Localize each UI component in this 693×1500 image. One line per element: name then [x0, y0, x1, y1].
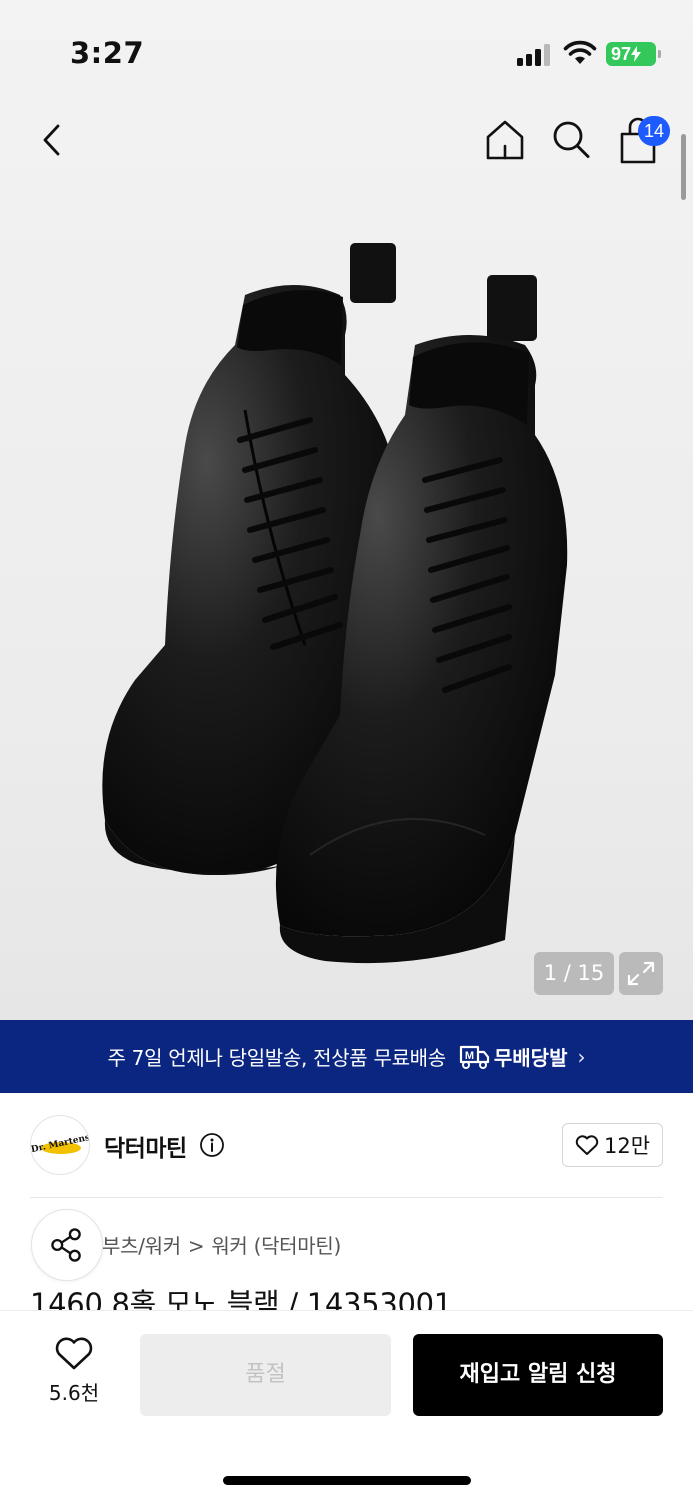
home-icon[interactable]	[483, 118, 527, 162]
breadcrumb-subcategory[interactable]: 워커 (닥터마틴)	[211, 1234, 341, 1258]
divider	[30, 1197, 663, 1198]
scrollbar[interactable]	[681, 134, 686, 200]
charging-bolt-icon	[631, 46, 642, 62]
cellular-signal-icon	[517, 44, 550, 66]
search-icon[interactable]	[550, 118, 592, 162]
brand-row: Dr. Martens 닥터마틴 12만	[0, 1093, 693, 1197]
truck-letter: M	[465, 1050, 474, 1062]
image-page-indicator: 1 / 15	[534, 952, 614, 995]
product-title: 1460 8홀 모노 블랙 / 14353001	[30, 1287, 452, 1311]
product-image-gallery[interactable]: 3:27 97 14 1 / 15	[0, 0, 693, 1020]
wishlist-button[interactable]: 5.6천	[30, 1335, 118, 1415]
wifi-icon	[563, 40, 597, 64]
top-navigation: 14	[0, 110, 693, 170]
info-icon[interactable]	[199, 1132, 225, 1158]
delivery-truck-icon: M	[459, 1045, 489, 1069]
battery-indicator: 97	[606, 42, 661, 66]
status-bar: 3:27 97	[0, 0, 693, 100]
share-icon[interactable]	[31, 1209, 103, 1281]
battery-level: 97	[611, 44, 632, 64]
soldout-button: 품절	[140, 1334, 391, 1416]
home-indicator	[223, 1476, 471, 1485]
brand-like-button[interactable]: 12만	[562, 1123, 663, 1167]
heart-icon	[575, 1135, 599, 1155]
status-time: 3:27	[70, 36, 145, 70]
banner-text: 주 7일 언제나 당일발송, 전상품 무료배송	[107, 1046, 447, 1070]
breadcrumb-category[interactable]: 부츠/워커	[102, 1234, 181, 1258]
cart-count-badge: 14	[638, 116, 670, 146]
bottom-action-bar: 5.6천 품절 재입고 알림 신청	[0, 1310, 693, 1500]
free-shipping-banner[interactable]: 주 7일 언제나 당일발송, 전상품 무료배송 M 무배당발 ›	[0, 1020, 693, 1093]
brand-name[interactable]: 닥터마틴	[104, 1129, 187, 1163]
chevron-right-icon: ›	[577, 1044, 586, 1069]
restock-alert-button[interactable]: 재입고 알림 신청	[413, 1334, 663, 1416]
brand-like-count: 12만	[603, 1134, 651, 1158]
product-image	[102, 243, 568, 964]
breadcrumb-separator: >	[187, 1234, 205, 1258]
dr-martens-logo: Dr. Martens	[31, 1133, 89, 1155]
expand-icon[interactable]	[619, 952, 663, 995]
wishlist-count: 5.6천	[48, 1381, 100, 1405]
banner-logo: M 무배당발	[458, 1042, 568, 1071]
cart-button[interactable]: 14	[616, 116, 670, 164]
breadcrumb: 부츠/워커 > 워커 (닥터마틴)	[102, 1230, 341, 1259]
brand-logo[interactable]: Dr. Martens	[30, 1115, 90, 1175]
banner-logo-text: 무배당발	[493, 1046, 568, 1070]
heart-icon	[55, 1337, 93, 1370]
back-arrow-icon[interactable]	[36, 120, 70, 160]
